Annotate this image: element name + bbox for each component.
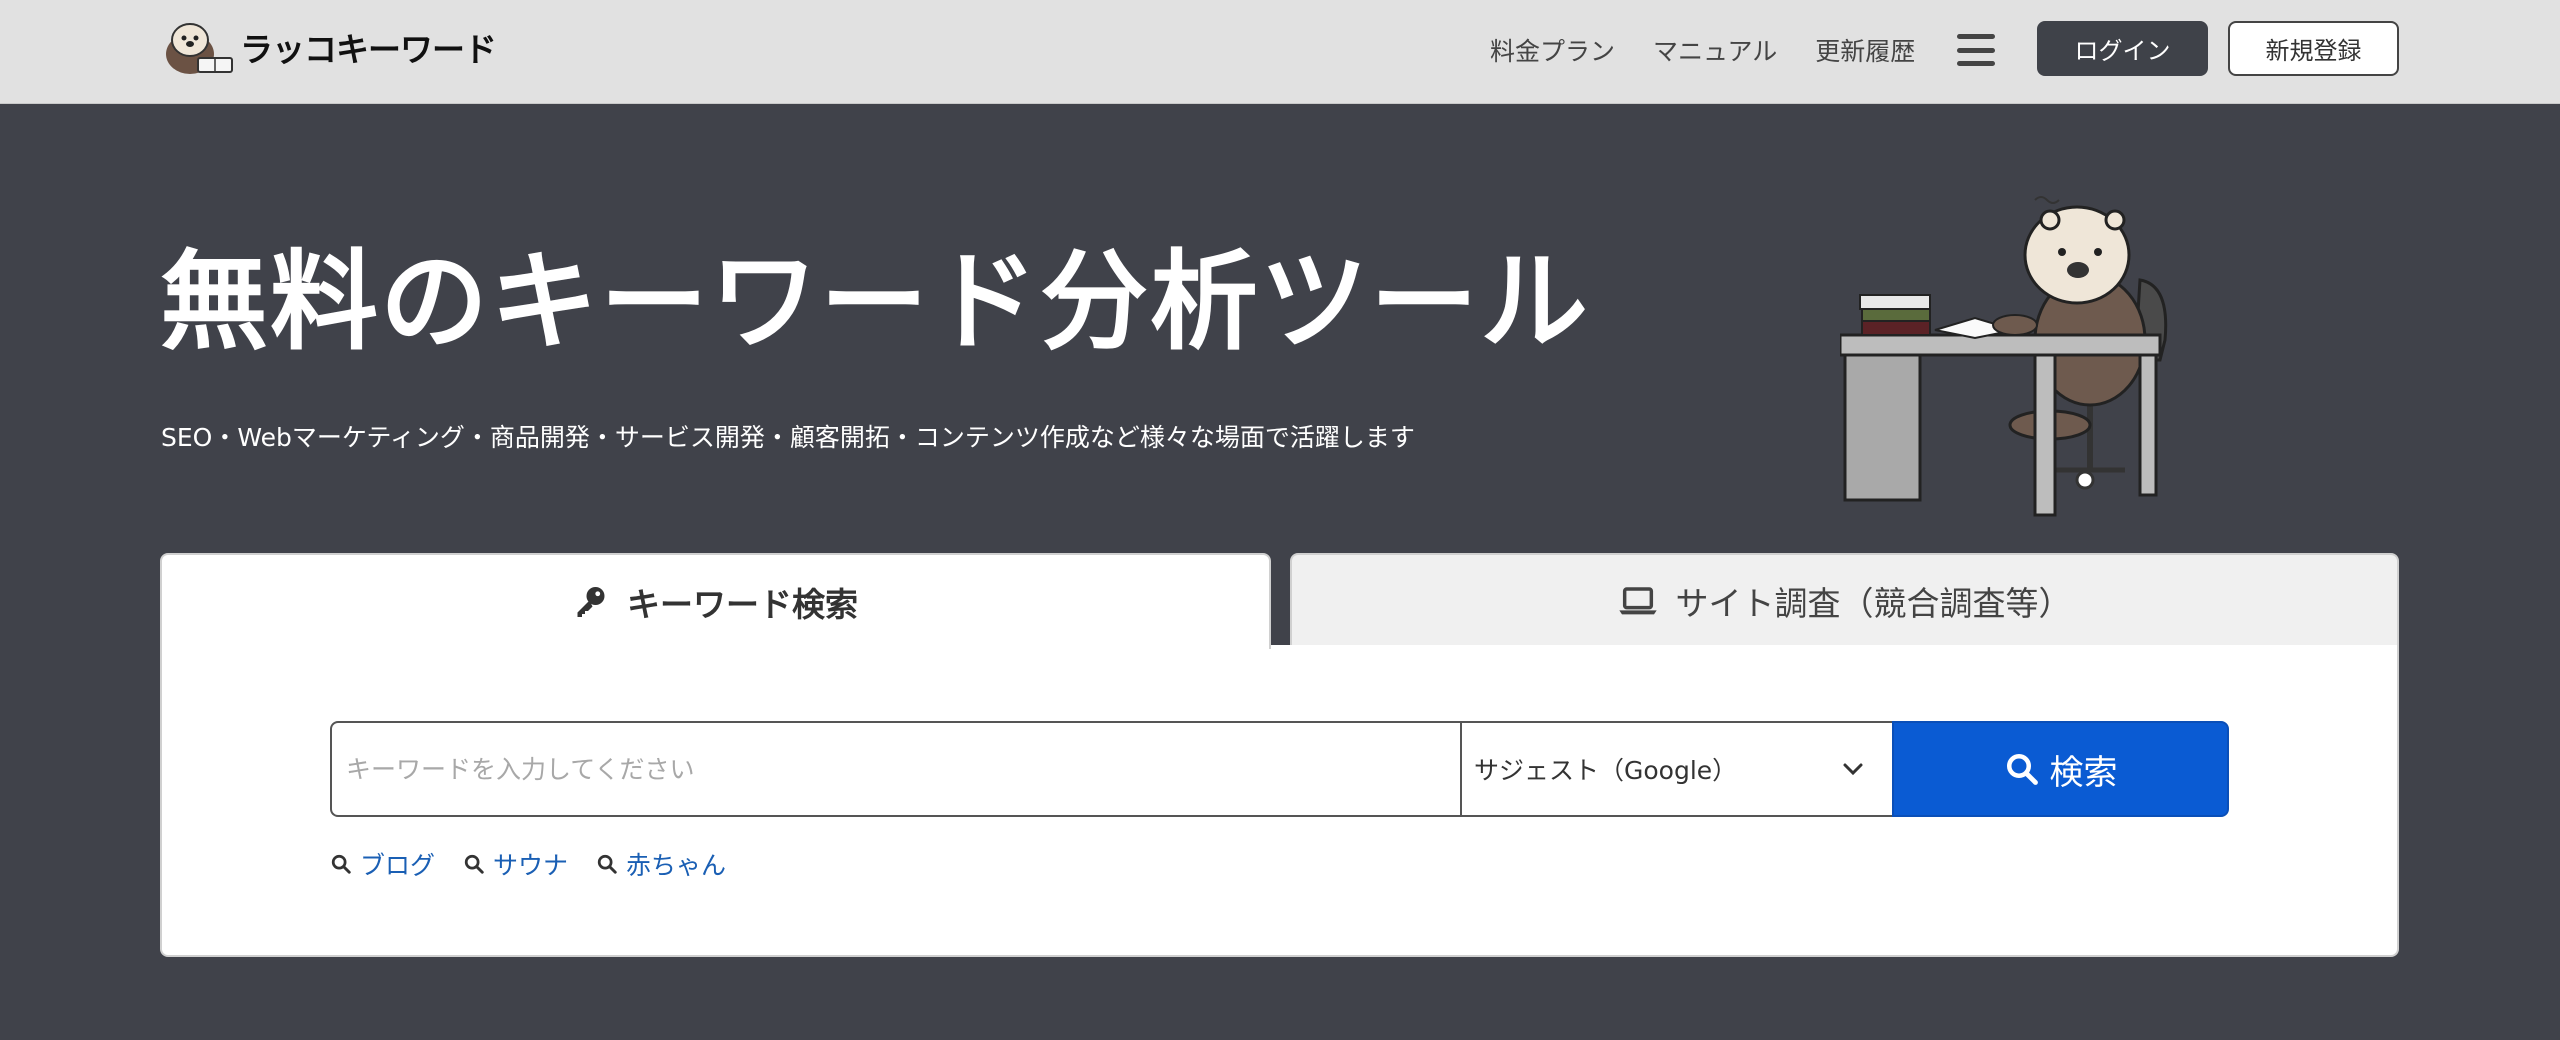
example-keyword-link[interactable]: ブログ — [330, 846, 435, 882]
search-button[interactable]: 検索 — [1892, 721, 2229, 817]
sea-otter-at-desk-illustration — [1840, 196, 2168, 517]
search-engine-selected: サジェスト（Google） — [1474, 756, 1738, 785]
example-keyword-link[interactable]: 赤ちゃん — [596, 846, 726, 882]
hero-title: 無料のキーワード分析ツール — [160, 240, 1591, 365]
key-icon — [577, 587, 605, 617]
hero-subtitle: SEO・Webマーケティング・商品開発・サービス開発・顧客開拓・コンテンツ作成な… — [161, 423, 1415, 452]
login-button[interactable]: ログイン — [2037, 21, 2208, 76]
example-keywords: ブログ サウナ 赤ちゃん — [330, 846, 754, 882]
keyword-search-input[interactable] — [346, 754, 1460, 784]
search-engine-select[interactable]: サジェスト（Google） — [1460, 721, 1892, 817]
search-button-label: 検索 — [2049, 752, 2118, 793]
hamburger-icon[interactable] — [1957, 34, 1996, 66]
example-keyword-label: ブログ — [360, 851, 436, 880]
example-keyword-label: 赤ちゃん — [626, 851, 727, 880]
register-button[interactable]: 新規登録 — [2228, 21, 2399, 76]
logo-link[interactable]: ラッコキーワード — [160, 18, 497, 76]
nav-manual-link[interactable]: マニュアル — [1653, 32, 1777, 68]
chevron-down-icon — [1843, 763, 1863, 776]
laptop-icon — [1618, 587, 1657, 615]
search-icon — [331, 854, 351, 874]
nav-changelog-link[interactable]: 更新履歴 — [1815, 32, 1915, 68]
keyword-input-wrapper — [330, 721, 1460, 817]
tab-keyword-search[interactable]: キーワード検索 — [160, 553, 1271, 649]
example-keyword-link[interactable]: サウナ — [463, 846, 568, 882]
sea-otter-logo-icon — [166, 23, 233, 74]
search-icon — [597, 854, 617, 874]
tab-site-research[interactable]: サイト調査（競合調査等） — [1290, 553, 2399, 647]
top-header: ラッコキーワード 料金プラン マニュアル 更新履歴 ログイン 新規登録 — [0, 0, 2560, 104]
search-icon — [2006, 754, 2038, 785]
logo-text: ラッコキーワード — [240, 30, 497, 69]
example-keyword-label: サウナ — [493, 851, 569, 880]
nav-pricing-link[interactable]: 料金プラン — [1490, 32, 1615, 68]
search-icon — [464, 854, 484, 874]
main-nav: 料金プラン マニュアル 更新履歴 — [1490, 0, 1996, 100]
tab-keyword-search-label: キーワード検索 — [627, 585, 858, 624]
tab-site-research-label: サイト調査（競合調査等） — [1675, 584, 2072, 623]
